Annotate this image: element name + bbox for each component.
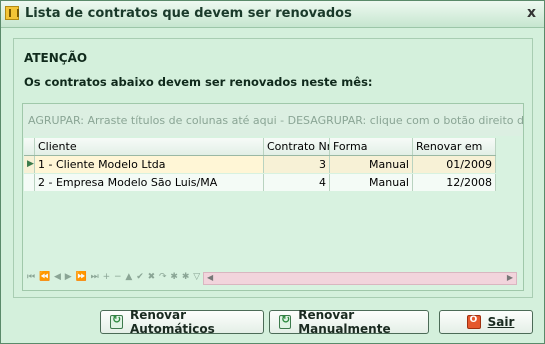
group-by-area[interactable]: AGRUPAR: Arraste títulos de colunas até … [23, 104, 523, 136]
title-bar[interactable]: Lista de contratos que devem ser renovad… [1, 1, 544, 28]
table-row[interactable]: 2 - Empresa Modelo São Luis/MA 4 Manual … [24, 174, 496, 191]
cell-forma[interactable]: Manual [330, 174, 413, 191]
cell-renovar[interactable]: 01/2009 [413, 156, 496, 173]
close-icon[interactable]: x [527, 5, 536, 21]
exit-label: Sair [487, 315, 515, 329]
column-header-renovar[interactable]: Renovar em [413, 138, 496, 155]
row-indicator [24, 174, 35, 191]
renew-automatic-label: Renovar Automáticos [130, 308, 215, 336]
contracts-grid: AGRUPAR: Arraste títulos de colunas até … [22, 103, 524, 291]
refresh-icon [279, 313, 292, 329]
attention-heading: ATENÇÃO [24, 51, 88, 65]
cell-cliente[interactable]: 2 - Empresa Modelo São Luis/MA [35, 174, 264, 191]
scroll-left-icon[interactable]: ◀ [207, 273, 213, 282]
info-message: Os contratos abaixo devem ser renovados … [24, 75, 373, 89]
exit-icon [466, 315, 481, 329]
horizontal-scrollbar[interactable]: ◀ ▶ [203, 272, 517, 285]
navigator-buttons[interactable]: ⏮ ⏪ ◀ ▶ ⏩ ⏭ + − ▲ ✔ ✖ ↷ ✱ ✱ ▽ [27, 272, 201, 282]
grid-header: Cliente Contrato Nr. Forma Renovar em [24, 138, 496, 156]
grid-navigator: ⏮ ⏪ ◀ ▶ ⏩ ⏭ + − ▲ ✔ ✖ ↷ ✱ ✱ ▽ ◀ ▶ [23, 269, 523, 289]
column-header-forma[interactable]: Forma [330, 138, 413, 155]
window-title: Lista de contratos que devem ser renovad… [25, 6, 352, 21]
column-header-cliente[interactable]: Cliente [35, 138, 264, 155]
renew-automatic-button[interactable]: Renovar Automáticos [100, 308, 264, 336]
current-row-icon: ▶ [24, 156, 35, 173]
cell-forma[interactable]: Manual [330, 156, 413, 173]
row-indicator-header [24, 138, 35, 155]
renew-manual-label: Renovar Manualmente [298, 308, 391, 336]
column-header-contrato[interactable]: Contrato Nr. [264, 138, 330, 155]
renew-manual-button[interactable]: Renovar Manualmente [269, 308, 429, 336]
scroll-right-icon[interactable]: ▶ [507, 273, 513, 282]
app-icon [5, 6, 19, 20]
refresh-icon [110, 313, 124, 329]
content-panel: ATENÇÃO Os contratos abaixo devem ser re… [13, 38, 533, 298]
dialog-window: Lista de contratos que devem ser renovad… [0, 0, 545, 344]
cell-contrato[interactable]: 3 [264, 156, 330, 173]
exit-button[interactable]: Sair [439, 310, 533, 334]
group-hint-text: AGRUPAR: Arraste títulos de colunas até … [28, 114, 524, 127]
cell-contrato[interactable]: 4 [264, 174, 330, 191]
cell-cliente[interactable]: 1 - Cliente Modelo Ltda [35, 156, 264, 173]
cell-renovar[interactable]: 12/2008 [413, 174, 496, 191]
table-row[interactable]: ▶ 1 - Cliente Modelo Ltda 3 Manual 01/20… [24, 156, 496, 173]
